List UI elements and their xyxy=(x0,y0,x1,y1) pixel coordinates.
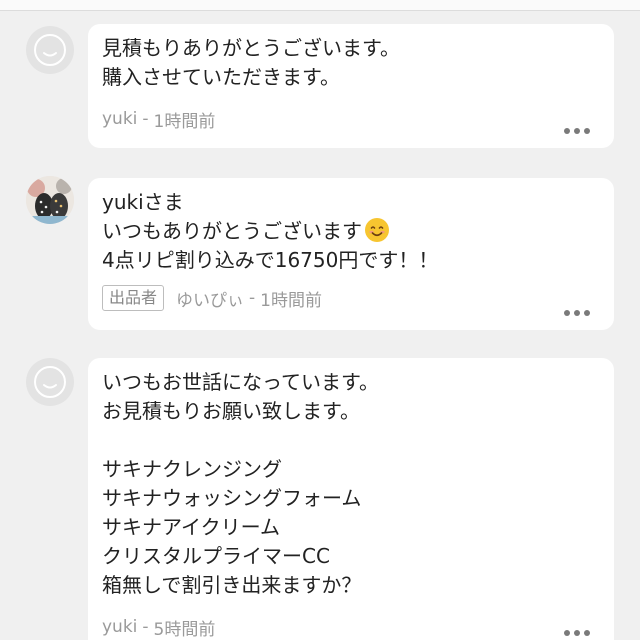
timestamp: 1時間前 xyxy=(153,111,216,132)
more-options-icon[interactable] xyxy=(564,310,590,316)
comment-bubble: 見積もりありがとうございます。 購入させていただきます。 yuki - 1時間前 xyxy=(88,24,614,148)
meta-separator: - xyxy=(142,617,149,637)
top-divider xyxy=(0,0,640,11)
comment-text: いつもお世話になっています。 お見積もりお願い致します。 サキナクレンジング サ… xyxy=(102,370,379,597)
comment-bubble: yukiさま いつもありがとうございます 4点リピ割り込みで16750円です！！… xyxy=(88,178,614,330)
author-name[interactable]: yuki xyxy=(102,109,137,129)
photo-avatar xyxy=(26,176,74,224)
comment-meta: 出品者 ゆいぴぃ - 1時間前 xyxy=(102,283,600,313)
meta-separator: - xyxy=(249,288,256,308)
avatar[interactable] xyxy=(26,358,74,406)
comment-text: yukiさま いつもありがとうございます 4点リピ割り込みで16750円です！！ xyxy=(102,190,439,272)
comments-screen: 見積もりありがとうございます。 購入させていただきます。 yuki - 1時間前… xyxy=(0,0,640,640)
default-face-icon xyxy=(27,27,73,73)
timestamp: 5時間前 xyxy=(153,619,216,640)
author-name[interactable]: yuki xyxy=(102,617,137,637)
comment-bubble: いつもお世話になっています。 お見積もりお願い致します。 サキナクレンジング サ… xyxy=(88,358,614,640)
default-face-icon xyxy=(27,359,73,405)
more-options-icon[interactable] xyxy=(564,630,590,636)
avatar[interactable] xyxy=(26,176,74,224)
seller-badge: 出品者 xyxy=(102,285,165,311)
smiling-face-emoji xyxy=(365,218,389,242)
comment-meta: yuki - 1時間前 xyxy=(102,104,600,134)
author-name[interactable]: ゆいぴぃ xyxy=(176,286,244,311)
timestamp: 1時間前 xyxy=(260,290,322,311)
meta-separator: - xyxy=(142,109,149,129)
avatar[interactable] xyxy=(26,26,74,74)
comment-text: 見積もりありがとうございます。 購入させていただきます。 xyxy=(102,36,400,89)
more-options-icon[interactable] xyxy=(564,128,590,134)
comment-meta: yuki - 5時間前 xyxy=(102,612,600,640)
